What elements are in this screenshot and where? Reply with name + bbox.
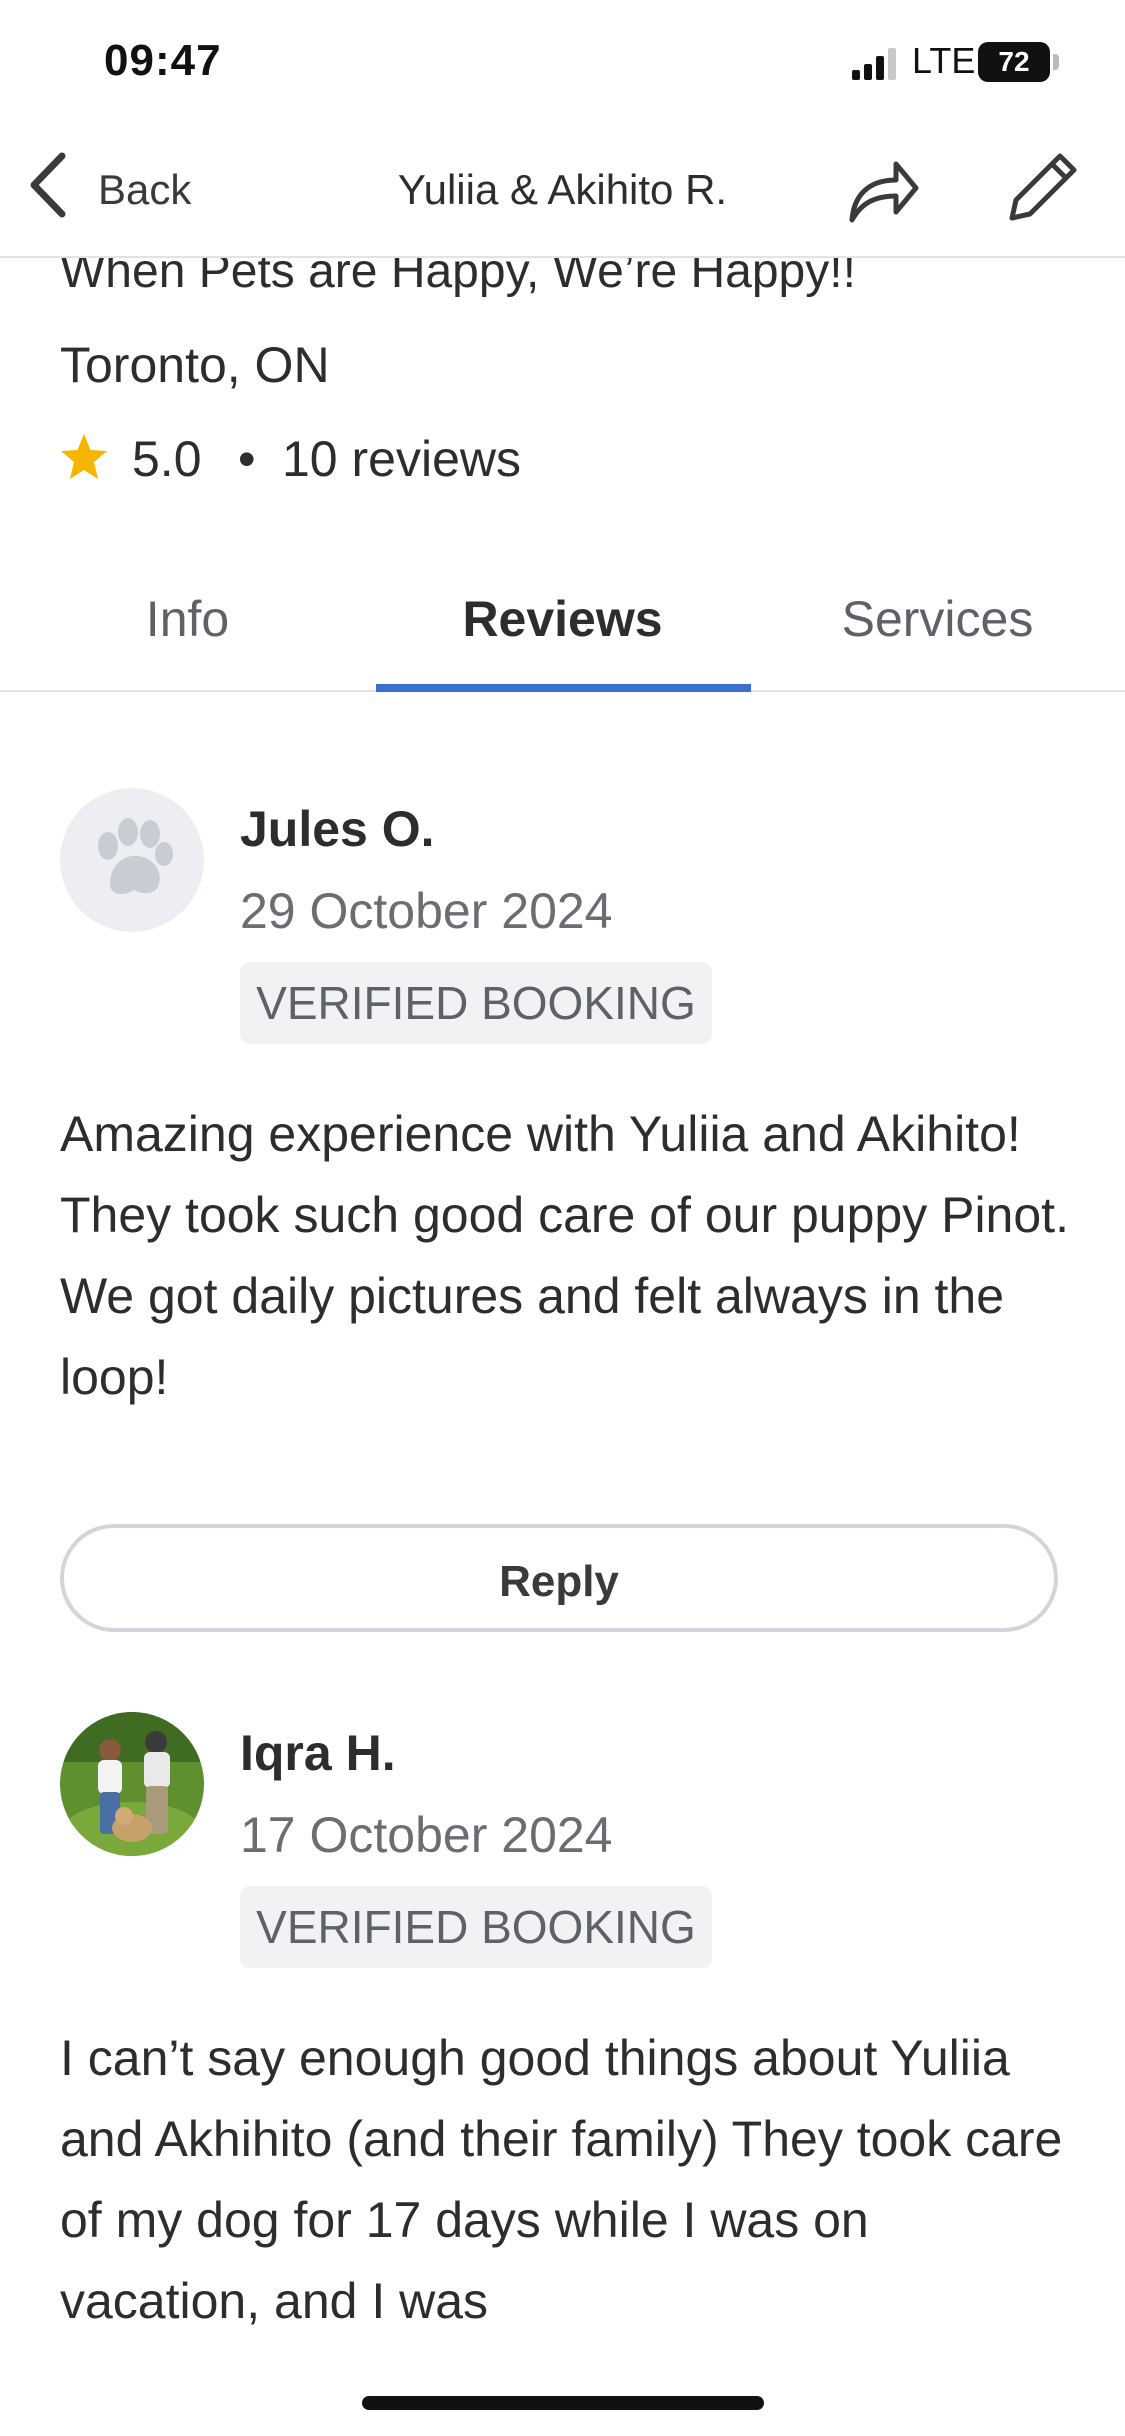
reviewer-name: Iqra H. [240,1725,396,1781]
reviews-count: 10 reviews [282,431,521,487]
page-title: Yuliia & Akihito R. [397,166,728,213]
verified-badge: VERIFIED BOOKING [240,1886,712,1968]
tab-info[interactable]: Info [0,590,375,648]
share-icon[interactable] [846,150,920,226]
signal-icon [852,48,896,80]
battery-icon: 72 [978,42,1050,82]
review-text: I can’t say enough good things about Yul… [60,2030,1063,2329]
review-date: 17 October 2024 [240,1807,613,1863]
avatar [60,1712,204,1856]
star-icon [61,434,107,479]
reviewer-name: Jules O. [240,801,435,857]
paw-icon [98,818,173,894]
home-indicator [362,2396,764,2410]
verified-badge: VERIFIED BOOKING [240,962,712,1044]
review-text: Amazing experience with Yuliia and Akihi… [60,1106,1069,1405]
profile-location: Toronto, ON [60,337,330,393]
battery-nub [1053,54,1059,70]
active-tab-indicator [376,684,751,692]
tab-services[interactable]: Services [750,590,1125,648]
rating-value: 5.0 [132,431,202,487]
review-date: 29 October 2024 [240,883,613,939]
separator-dot: • [238,431,256,487]
tab-reviews[interactable]: Reviews [375,590,750,648]
status-time: 09:47 [104,36,222,85]
reply-button[interactable]: Reply [60,1524,1058,1632]
avatar [60,788,204,932]
chevron-left-icon[interactable] [26,150,70,220]
reviewer-photo [60,1712,204,1856]
pencil-icon[interactable] [1002,148,1082,228]
network-type: LTE [912,40,976,81]
back-button[interactable]: Back [98,166,191,214]
